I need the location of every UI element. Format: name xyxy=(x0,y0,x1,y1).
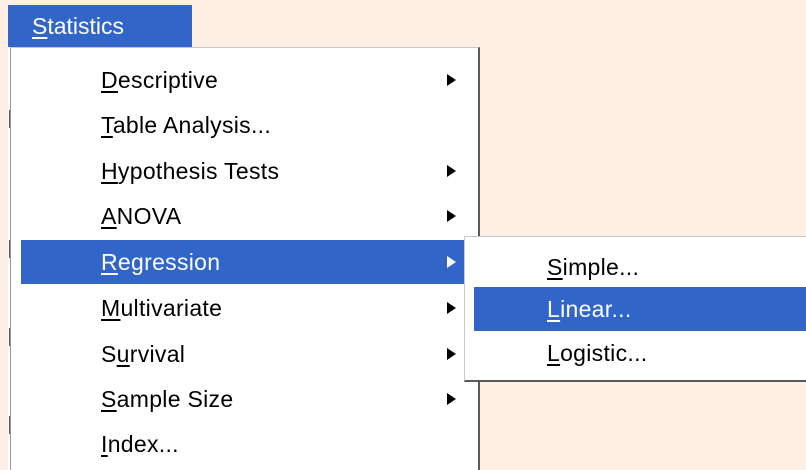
menu-item-label: Multivariate xyxy=(101,295,223,321)
submenu-arrow-icon xyxy=(447,210,456,222)
regression-submenu: Simple... Linear... Logistic... xyxy=(464,236,806,382)
menu-item-descriptive[interactable]: Descriptive xyxy=(21,58,472,102)
statistics-menu: Descriptive Table Analysis... Hypothesis… xyxy=(10,47,480,470)
submenu-item-label: Simple... xyxy=(547,254,640,280)
menu-item-survival[interactable]: Survival xyxy=(21,332,472,376)
menu-item-label: Index... xyxy=(101,431,179,457)
menu-item-label: Table Analysis... xyxy=(101,112,272,138)
menu-item-label: Sample Size xyxy=(101,386,234,412)
menu-item-sample-size[interactable]: Sample Size xyxy=(21,377,472,421)
submenu-item-logistic[interactable]: Logistic... xyxy=(474,331,806,375)
menu-item-table-analysis[interactable]: Table Analysis... xyxy=(21,103,472,147)
submenu-arrow-icon xyxy=(447,393,456,405)
menu-item-hypothesis-tests[interactable]: Hypothesis Tests xyxy=(21,149,472,193)
submenu-item-label: Linear... xyxy=(547,296,632,322)
submenu-item-label: Logistic... xyxy=(547,340,648,366)
submenu-arrow-icon xyxy=(447,165,456,177)
menu-item-label: Hypothesis Tests xyxy=(101,158,280,184)
menu-item-anova[interactable]: ANOVA xyxy=(21,194,472,238)
submenu-arrow-icon xyxy=(447,348,456,360)
menu-item-index[interactable]: Index... xyxy=(21,422,472,466)
menu-item-label: Regression xyxy=(101,249,221,275)
submenu-arrow-icon xyxy=(447,74,456,86)
menu-item-label: Descriptive xyxy=(101,67,219,93)
access-key: S xyxy=(32,13,48,39)
submenu-arrow-icon xyxy=(447,256,456,268)
submenu-arrow-icon xyxy=(447,302,456,314)
menu-item-multivariate[interactable]: Multivariate xyxy=(21,286,472,330)
menu-item-label: ANOVA xyxy=(101,203,182,229)
submenu-item-linear[interactable]: Linear... xyxy=(474,287,806,331)
menubar-statistics-label: tatistics xyxy=(47,13,125,39)
menu-item-label: Survival xyxy=(101,341,186,367)
menu-item-regression[interactable]: Regression xyxy=(21,240,472,284)
submenu-item-simple[interactable]: Simple... xyxy=(474,245,806,289)
menubar-statistics[interactable]: Statistics xyxy=(8,5,192,47)
